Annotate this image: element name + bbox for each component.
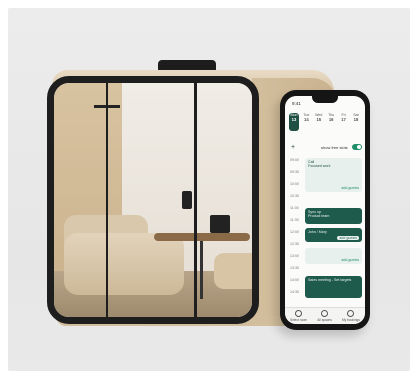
door-handle [182,191,192,209]
day-item[interactable]: Thu 16 [326,113,336,131]
time-label: 12:00 [290,230,299,234]
table [154,233,250,241]
laptop [210,215,230,233]
add-guests-link[interactable]: add guests [337,236,359,240]
day-item[interactable]: Mon 13 [289,113,299,131]
table-leg [200,241,203,299]
office-pod [47,76,259,324]
armchair [214,253,252,289]
time-column: 09:00 09:30 10:00 10:30 11:00 11:30 12:0… [290,158,302,302]
time-label: 14:30 [290,290,299,294]
time-label: 09:30 [290,170,299,174]
booking-slot[interactable]: Sync up Product team [305,208,362,224]
time-label: 11:00 [290,206,299,210]
door-frame [194,83,197,317]
sofa [64,233,184,295]
booking-slot[interactable]: Call Focused work add guests [305,158,362,192]
booking-slot[interactable]: add guests [305,248,362,264]
phone-screen: 9:41 Mon 13 Tue 14 Wed 15 Thu 16 Fri 17 Sat 18… [285,96,365,324]
add-guests-link[interactable]: add guests [341,258,359,262]
bottom-nav: Select room All spaces My bookings [285,307,365,324]
day-item[interactable]: Sat 18 [351,113,361,131]
time-label: 13:00 [290,254,299,258]
day-item[interactable]: Fri 17 [339,113,349,131]
slot-title: Sales meeting - Set targets [308,278,352,282]
product-photo: 9:41 Mon 13 Tue 14 Wed 15 Thu 16 Fri 17 Sat 18… [0,0,418,379]
time-label: 12:30 [290,242,299,246]
nav-item-my-bookings[interactable]: My bookings [342,310,360,322]
phone-notch [312,96,338,103]
status-time: 9:41 [292,101,301,106]
time-label: 14:00 [290,278,299,282]
slot-subtitle: Product team [308,214,330,218]
time-label: 09:00 [290,158,299,162]
nav-item-select-room[interactable]: Select room [290,310,307,322]
time-label: 11:30 [290,218,299,222]
bookings-icon [347,310,355,317]
room-icon [295,310,303,317]
free-slots-toggle[interactable] [352,144,362,150]
spaces-icon [321,310,329,317]
phone-mockup: 9:41 Mon 13 Tue 14 Wed 15 Thu 16 Fri 17 Sat 18… [280,90,370,330]
nav-item-all-spaces[interactable]: All spaces [317,310,332,322]
day-item[interactable]: Tue 14 [301,113,311,131]
glass-mullion [106,83,108,317]
slot-title: Focused work [308,164,331,168]
booking-slot[interactable]: Sales meeting - Set targets [305,276,362,298]
add-guests-link[interactable]: add guests [341,186,359,190]
add-icon[interactable]: + [291,144,295,151]
slot-title: John / Mary [308,230,327,234]
day-item[interactable]: Wed 15 [314,113,324,131]
time-label: 10:30 [290,194,299,198]
day-picker: Mon 13 Tue 14 Wed 15 Thu 16 Fri 17 Sat 18 [289,113,361,133]
toggle-label: show free slots [321,145,348,150]
time-label: 10:00 [290,182,299,186]
booking-slot[interactable]: John / Mary add guests [305,228,362,242]
time-label: 13:30 [290,266,299,270]
